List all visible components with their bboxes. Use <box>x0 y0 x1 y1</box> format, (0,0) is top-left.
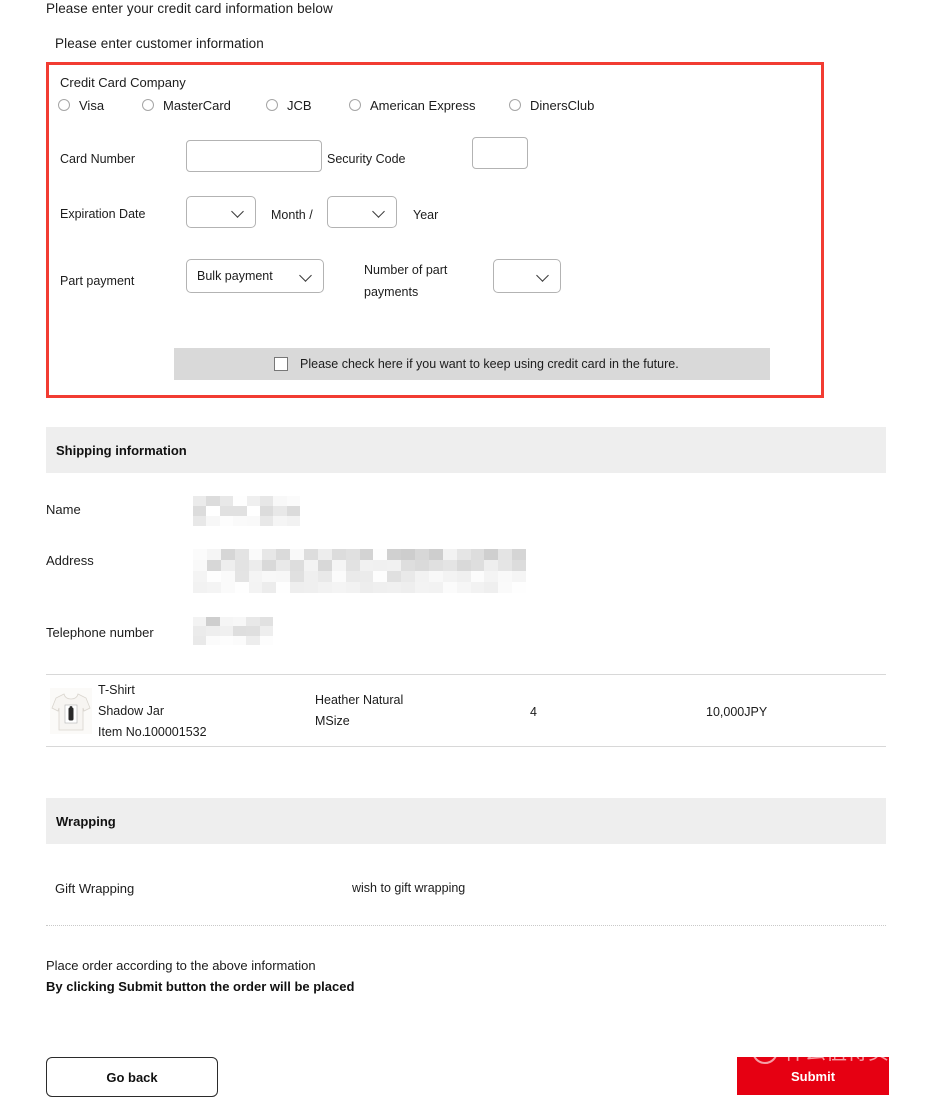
radio-option-dinersclub[interactable]: DinersClub <box>509 95 594 115</box>
section-title: Shipping information <box>56 442 187 458</box>
product-color: Heather Natural <box>315 693 404 707</box>
card-number-label: Card Number <box>60 152 136 166</box>
submit-button-label: Submit <box>790 1068 836 1084</box>
page-instruction-secondary: Please enter customer information <box>55 36 264 51</box>
order-confirmation-page: Please enter your credit card informatio… <box>0 0 935 1097</box>
product-size: MSize <box>315 714 350 728</box>
gift-wrapping-label: Gift Wrapping <box>55 881 135 896</box>
radio-label: Visa <box>79 97 105 113</box>
product-price: 10,000JPY <box>706 705 768 719</box>
radio-circle-icon <box>349 99 361 111</box>
chevron-down-icon <box>373 206 385 218</box>
tshirt-icon <box>51 693 91 731</box>
month-slash-label: Month / <box>271 208 313 222</box>
part-payment-value: Bulk payment <box>197 269 273 283</box>
chevron-down-icon <box>537 270 549 282</box>
product-row-bottom-divider <box>46 746 886 747</box>
number-of-part-payments-label-line1: Number of part <box>364 263 448 277</box>
radio-circle-icon <box>266 99 278 111</box>
radio-circle-icon <box>142 99 154 111</box>
card-number-input[interactable] <box>186 140 322 172</box>
shipping-information-header: Shipping information <box>46 427 886 473</box>
keep-card-checkbox[interactable] <box>274 357 288 371</box>
expiration-date-label: Expiration Date <box>60 207 146 221</box>
shipping-name-label: Name <box>46 502 81 517</box>
shipping-name-value-redacted <box>193 496 300 526</box>
credit-card-company-radio-group: Visa MasterCard JCB American Express Din… <box>58 95 818 117</box>
chevron-down-icon <box>232 206 244 218</box>
go-back-button-label: Go back <box>106 1069 158 1085</box>
radio-circle-icon <box>58 99 70 111</box>
radio-label: MasterCard <box>163 97 231 113</box>
keep-card-strip: Please check here if you want to keep us… <box>174 348 770 380</box>
submit-button[interactable]: Submit <box>737 1057 889 1095</box>
product-variant: Shadow Jar <box>98 704 165 718</box>
radio-option-visa[interactable]: Visa <box>58 95 104 115</box>
radio-label: DinersClub <box>530 97 595 113</box>
security-code-label: Security Code <box>327 152 406 166</box>
product-row-top-divider <box>46 674 886 675</box>
wrapping-header: Wrapping <box>46 798 886 844</box>
expiration-year-select[interactable] <box>327 196 397 228</box>
part-payment-select[interactable]: Bulk payment <box>186 259 324 293</box>
order-note-line1: Place order according to the above infor… <box>46 958 316 973</box>
part-payment-label: Part payment <box>60 274 135 288</box>
credit-card-company-label: Credit Card Company <box>60 75 186 90</box>
shipping-telephone-value-redacted <box>193 617 273 645</box>
credit-card-panel: Credit Card Company Visa MasterCard JCB … <box>46 62 824 398</box>
year-label: Year <box>413 208 439 222</box>
order-note-line2: By clicking Submit button the order will… <box>46 979 355 994</box>
keep-card-label: Please check here if you want to keep us… <box>300 357 679 371</box>
shipping-address-label: Address <box>46 553 94 568</box>
gift-wrapping-value: wish to gift wrapping <box>352 881 466 895</box>
security-code-input[interactable] <box>472 137 528 169</box>
section-title: Wrapping <box>56 813 116 829</box>
radio-label: American Express <box>370 97 476 113</box>
go-back-button[interactable]: Go back <box>46 1057 218 1097</box>
number-of-part-payments-select[interactable] <box>493 259 561 293</box>
radio-circle-icon <box>509 99 521 111</box>
radio-option-american-express[interactable]: American Express <box>349 95 475 115</box>
product-thumbnail <box>50 688 92 734</box>
page-instruction-primary: Please enter your credit card informatio… <box>46 1 333 16</box>
shipping-address-value-redacted <box>193 549 526 593</box>
chevron-down-icon <box>300 270 312 282</box>
product-item-no: 100001532 <box>144 725 207 739</box>
number-of-part-payments-label-line2: payments <box>364 285 419 299</box>
radio-label: JCB <box>287 97 312 113</box>
product-quantity: 4 <box>530 705 537 719</box>
product-name: T-Shirt <box>98 683 135 697</box>
radio-option-mastercard[interactable]: MasterCard <box>142 95 231 115</box>
product-item-no-label: Item No. <box>98 725 146 739</box>
shipping-telephone-label: Telephone number <box>46 625 154 640</box>
radio-option-jcb[interactable]: JCB <box>266 95 312 115</box>
wrapping-bottom-divider <box>46 925 886 926</box>
expiration-month-select[interactable] <box>186 196 256 228</box>
